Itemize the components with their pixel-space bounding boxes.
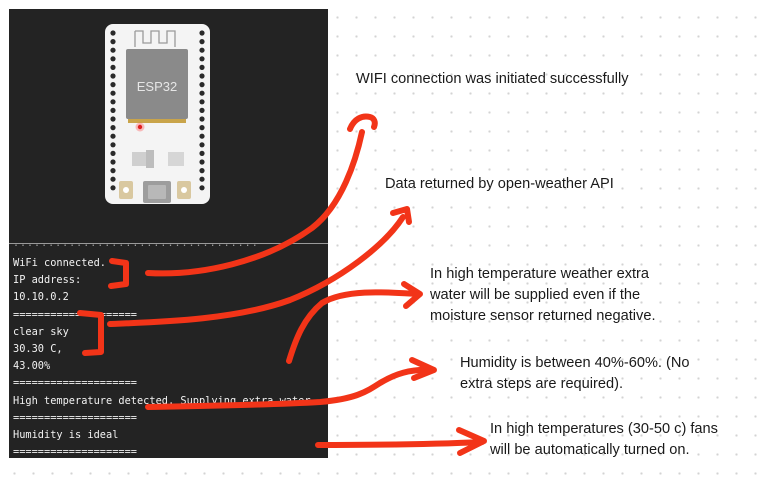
annotation-arrows [77, 113, 487, 456]
bracket-wifi [108, 258, 129, 289]
arrow-wifi [145, 129, 365, 277]
bracket-weather [77, 310, 104, 356]
arrowhead-wifi [347, 113, 378, 132]
arrow-fans [315, 439, 485, 448]
arrow-extra-water [286, 289, 420, 364]
arrow-humidity [145, 366, 433, 410]
